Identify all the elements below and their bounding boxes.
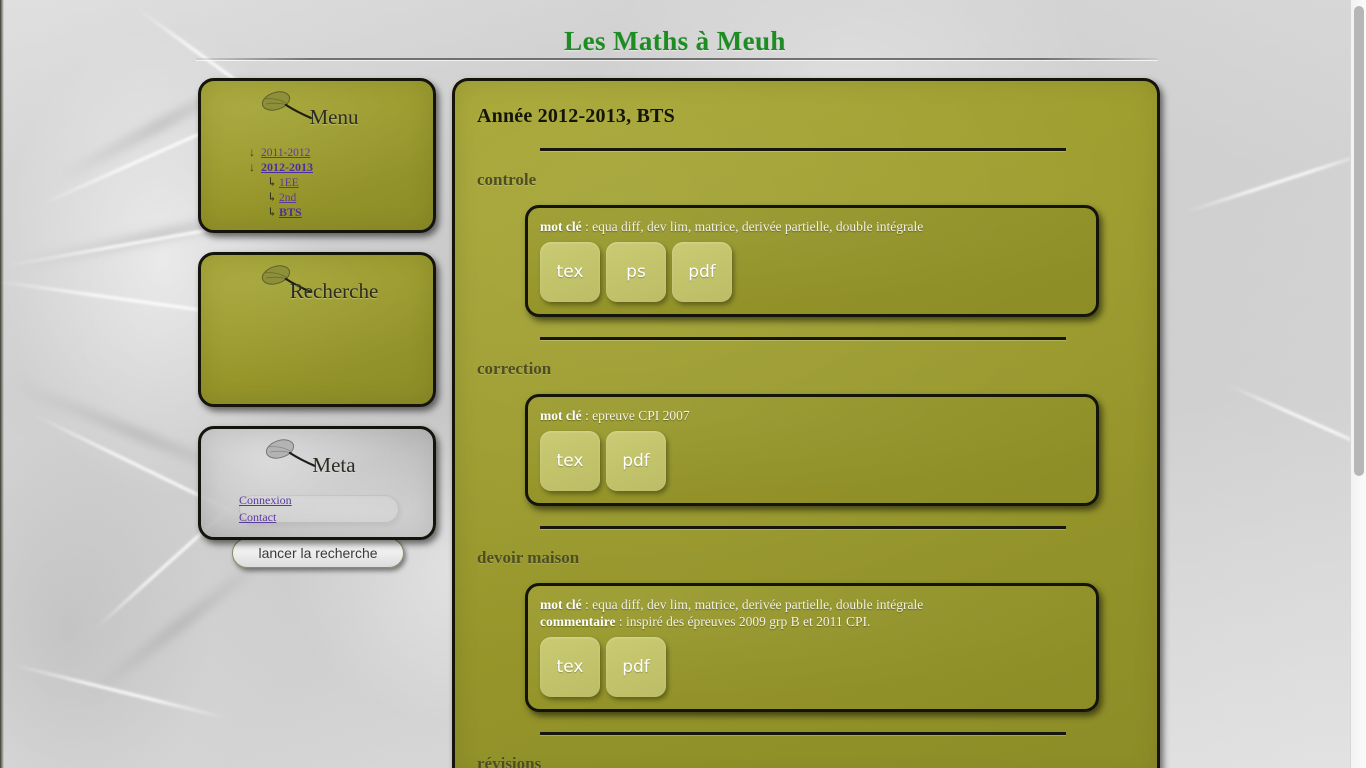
download-ps-button[interactable]: ps xyxy=(606,242,666,302)
card-meta-separator: : xyxy=(581,597,593,612)
section-title-devoir-maison: devoir maison xyxy=(477,548,580,567)
download-pdf-button[interactable]: pdf xyxy=(672,242,732,302)
download-tex-button[interactable]: tex xyxy=(540,637,600,697)
menu-item-2nd[interactable]: ↳ 2nd xyxy=(249,190,313,205)
sidebar-panel-meta: Meta Connexion Contact xyxy=(198,426,436,540)
card-meta-separator: : xyxy=(581,408,593,423)
card-meta-label: commentaire xyxy=(540,614,616,629)
card-meta-separator: : xyxy=(581,219,593,234)
card-meta-label: mot clé xyxy=(540,408,582,423)
download-pdf-button[interactable]: pdf xyxy=(606,637,666,697)
section-divider xyxy=(540,148,1066,151)
card-meta-line: mot clé : equa diff, dev lim, matrice, d… xyxy=(540,218,1084,235)
main-content-inner: Année 2012-2013, BTS controle mot clé : … xyxy=(455,81,1157,768)
resource-card: mot clé : equa diff, dev lim, matrice, d… xyxy=(525,205,1099,317)
sub-arrow-icon: ↳ xyxy=(267,205,278,219)
menu-link-1ee[interactable]: 1EE xyxy=(279,177,299,189)
sub-arrow-icon: ↳ xyxy=(267,175,278,189)
card-meta-value: equa diff, dev lim, matrice, derivée par… xyxy=(592,597,924,612)
download-tex-button[interactable]: tex xyxy=(540,431,600,491)
card-meta-value: epreuve CPI 2007 xyxy=(592,408,690,423)
sub-arrow-icon: ↳ xyxy=(267,190,278,204)
header-divider xyxy=(196,58,1158,60)
sidebar-panel-menu: Menu ↓ 2011-2012 ↓ 2012-2013 ↳ 1EE ↳ 2nd ↳ BT… xyxy=(198,78,436,233)
down-arrow-icon: ↓ xyxy=(249,145,255,159)
menu-item-bts[interactable]: ↳ BTS xyxy=(249,205,313,220)
card-button-row: tex pdf xyxy=(540,637,1084,697)
section-divider xyxy=(540,526,1066,529)
meta-panel-header: Meta xyxy=(201,429,433,481)
search-submit-button[interactable]: lancer la recherche xyxy=(232,538,404,568)
card-meta-line: mot clé : epreuve CPI 2007 xyxy=(540,407,1084,424)
main-content-panel: Année 2012-2013, BTS controle mot clé : … xyxy=(452,78,1160,768)
section-divider xyxy=(540,337,1066,340)
download-tex-button[interactable]: tex xyxy=(540,242,600,302)
menu-link-bts[interactable]: BTS xyxy=(279,205,302,219)
menu-link-2011-2012[interactable]: 2011-2012 xyxy=(261,147,310,159)
section-divider xyxy=(540,732,1066,735)
page-scrollbar[interactable] xyxy=(1350,0,1366,768)
card-meta-label: mot clé xyxy=(540,219,582,234)
recherche-panel-title: Recherche xyxy=(289,279,379,303)
resource-card: mot clé : equa diff, dev lim, matrice, d… xyxy=(525,583,1099,712)
menu-item-2011-2012[interactable]: ↓ 2011-2012 xyxy=(249,145,313,160)
card-button-row: tex ps pdf xyxy=(540,242,1084,302)
card-meta-line: commentaire : inspiré des épreuves 2009 … xyxy=(540,613,1084,630)
menu-item-1ee[interactable]: ↳ 1EE xyxy=(249,175,313,190)
menu-link-2012-2013[interactable]: 2012-2013 xyxy=(261,160,313,174)
page-left-edge xyxy=(0,0,4,768)
section-title-revisions: révisions xyxy=(477,754,542,768)
resource-card: mot clé : epreuve CPI 2007 tex pdf xyxy=(525,394,1099,506)
meta-panel-title: Meta xyxy=(312,453,356,477)
menu-panel-title: Menu xyxy=(309,105,359,129)
meta-link-connexion[interactable]: Connexion xyxy=(239,492,292,509)
card-meta-label: mot clé xyxy=(540,597,582,612)
recherche-panel-header: Recherche xyxy=(201,255,433,307)
down-arrow-icon: ↓ xyxy=(249,160,255,174)
card-meta-value: inspiré des épreuves 2009 grp B et 2011 … xyxy=(626,614,871,629)
download-pdf-button[interactable]: pdf xyxy=(606,431,666,491)
content-heading: Année 2012-2013, BTS xyxy=(477,105,675,127)
page-title: Les Maths à Meuh xyxy=(564,26,786,56)
menu-item-2012-2013[interactable]: ↓ 2012-2013 xyxy=(249,160,313,175)
section-title-correction: correction xyxy=(477,359,552,378)
section-title-controle: controle xyxy=(477,170,537,189)
card-meta-separator: : xyxy=(615,614,626,629)
scrollbar-thumb[interactable] xyxy=(1354,6,1364,476)
menu-panel-header: Menu xyxy=(201,81,433,133)
meta-link-contact[interactable]: Contact xyxy=(239,509,292,526)
card-meta-value: equa diff, dev lim, matrice, derivée par… xyxy=(592,219,924,234)
card-button-row: tex pdf xyxy=(540,431,1084,491)
card-meta-line: mot clé : equa diff, dev lim, matrice, d… xyxy=(540,596,1084,613)
meta-links-list: Connexion Contact xyxy=(239,492,292,526)
menu-link-2nd[interactable]: 2nd xyxy=(279,192,296,204)
sidebar-panel-recherche: Recherche lancer la recherche xyxy=(198,252,436,568)
menu-list: ↓ 2011-2012 ↓ 2012-2013 ↳ 1EE ↳ 2nd ↳ BTS xyxy=(249,145,313,220)
page-header: Les Maths à Meuh xyxy=(0,0,1350,60)
